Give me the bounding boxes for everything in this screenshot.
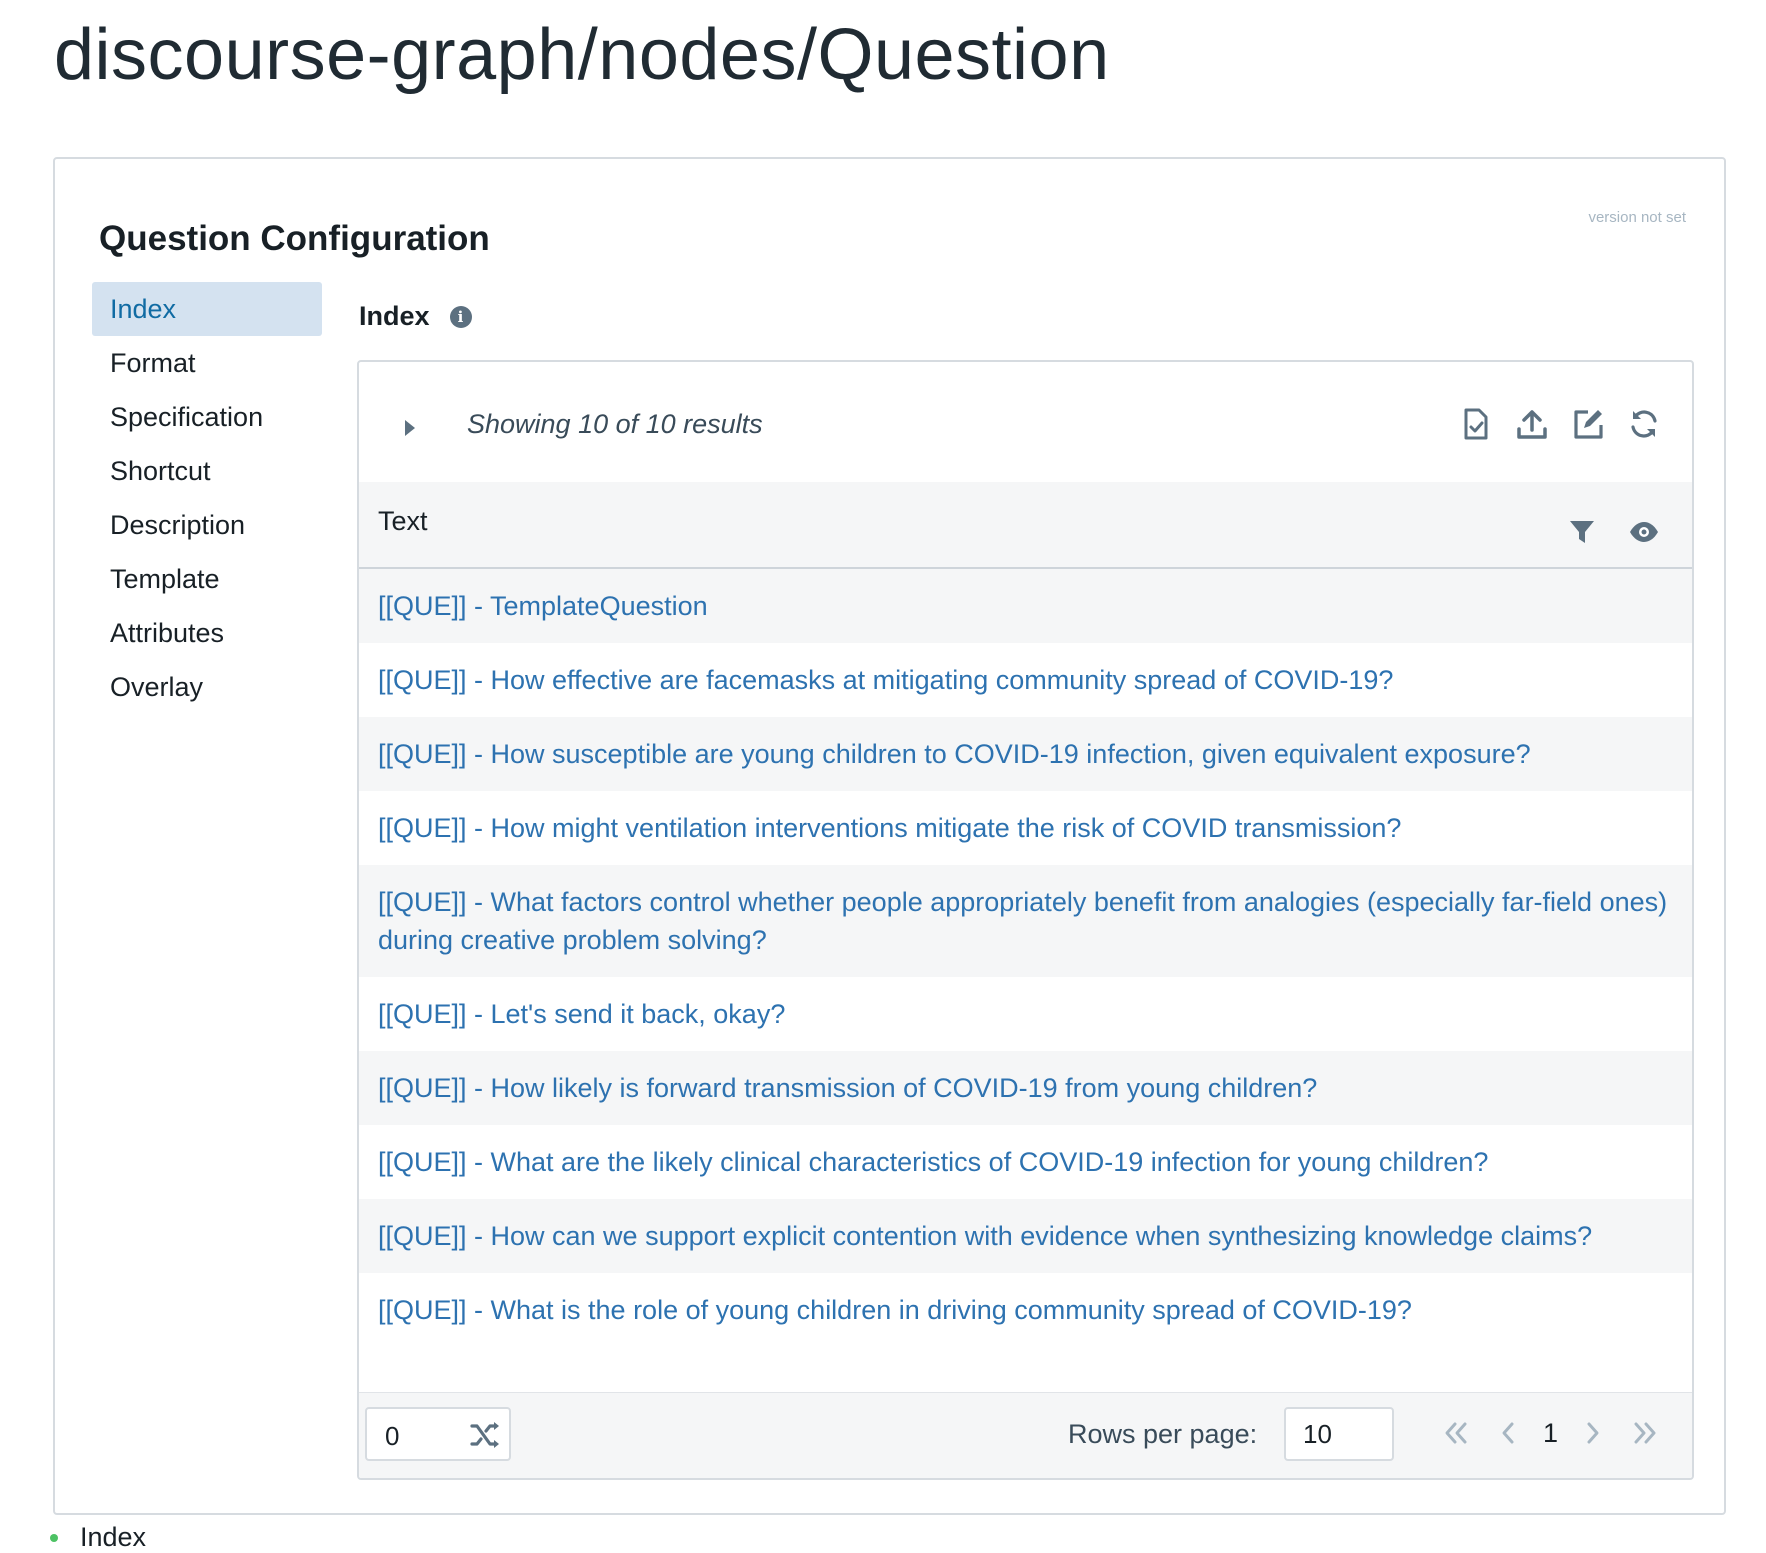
bullet-icon[interactable] [50,1533,58,1542]
row-link[interactable]: [[QUE]] - What are the likely clinical c… [378,1147,1488,1177]
column-actions [1564,514,1662,550]
config-card: version not set Question Configuration I… [53,157,1726,1515]
current-page-number: 1 [1542,1417,1558,1448]
outline-item-text[interactable]: Index [80,1522,146,1553]
table-row: [[QUE]] - Let's send it back, okay? [359,977,1692,1051]
row-link[interactable]: [[QUE]] - TemplateQuestion [378,591,708,621]
results-footer: 0 Rows per page: 10 1 [359,1392,1692,1478]
column-title-text[interactable]: Text [378,506,428,537]
card-title: Question Configuration [99,219,490,258]
table-row: [[QUE]] - TemplateQuestion [359,569,1692,643]
row-link[interactable]: [[QUE]] - What is the role of young chil… [378,1295,1412,1325]
results-rows: [[QUE]] - TemplateQuestion [[QUE]] - How… [359,569,1692,1347]
tab-format[interactable]: Format [92,336,322,390]
row-link[interactable]: [[QUE]] - How effective are facemasks at… [378,665,1393,695]
results-toolbar [1458,406,1662,442]
config-tabs: Index Format Specification Shortcut Desc… [92,282,322,714]
table-row: [[QUE]] - How can we support explicit co… [359,1199,1692,1273]
tab-specification[interactable]: Specification [92,390,322,444]
table-row: [[QUE]] - How might ventilation interven… [359,791,1692,865]
first-page-icon[interactable] [1439,1415,1473,1451]
row-link[interactable]: [[QUE]] - What factors control whether p… [378,887,1667,955]
table-row: [[QUE]] - What is the role of young chil… [359,1273,1692,1347]
panel-title-text: Index [359,301,430,331]
panel-title: Index i [359,301,472,332]
row-link[interactable]: [[QUE]] - How likely is forward transmis… [378,1073,1317,1103]
upload-icon[interactable] [1514,406,1550,442]
results-summary: Showing 10 of 10 results [467,409,763,439]
page-title: discourse-graph/nodes/Question [54,15,1110,95]
previous-page-icon[interactable] [1491,1415,1525,1451]
random-sample-input[interactable]: 0 [385,1421,399,1452]
row-link[interactable]: [[QUE]] - How susceptible are young chil… [378,739,1531,769]
tab-overlay[interactable]: Overlay [92,660,322,714]
shuffle-icon[interactable] [469,1419,501,1451]
table-row: [[QUE]] - What factors control whether p… [359,865,1692,977]
table-row: [[QUE]] - What are the likely clinical c… [359,1125,1692,1199]
tab-index[interactable]: Index [92,282,322,336]
results-header: Showing 10 of 10 results [359,362,1692,482]
row-link[interactable]: [[QUE]] - How might ventilation interven… [378,813,1401,843]
expand-caret-icon[interactable] [405,420,415,436]
export-file-icon[interactable] [1458,406,1494,442]
tab-description[interactable]: Description [92,498,322,552]
next-page-icon[interactable] [1576,1415,1610,1451]
last-page-icon[interactable] [1628,1415,1662,1451]
random-sample-field: 0 [365,1407,511,1461]
table-row: [[QUE]] - How effective are facemasks at… [359,643,1692,717]
tab-attributes[interactable]: Attributes [92,606,322,660]
column-header: Text [359,482,1692,569]
tab-shortcut[interactable]: Shortcut [92,444,322,498]
rows-per-page-input[interactable]: 10 [1284,1407,1394,1461]
rows-per-page-label: Rows per page: [1068,1419,1258,1449]
row-link[interactable]: [[QUE]] - Let's send it back, okay? [378,999,785,1029]
table-row: [[QUE]] - How susceptible are young chil… [359,717,1692,791]
pagination: 1 [1439,1415,1662,1451]
eye-icon[interactable] [1626,514,1662,550]
tab-template[interactable]: Template [92,552,322,606]
row-link[interactable]: [[QUE]] - How can we support explicit co… [378,1221,1592,1251]
table-row: [[QUE]] - How likely is forward transmis… [359,1051,1692,1125]
edit-icon[interactable] [1570,406,1606,442]
version-label: version not set [1588,209,1686,226]
refresh-icon[interactable] [1626,406,1662,442]
results-view: Showing 10 of 10 results Text [[QUE]] - … [357,360,1694,1480]
outline-bullet-item: Index [50,1522,146,1553]
info-icon[interactable]: i [449,305,472,328]
filter-icon[interactable] [1564,514,1600,550]
